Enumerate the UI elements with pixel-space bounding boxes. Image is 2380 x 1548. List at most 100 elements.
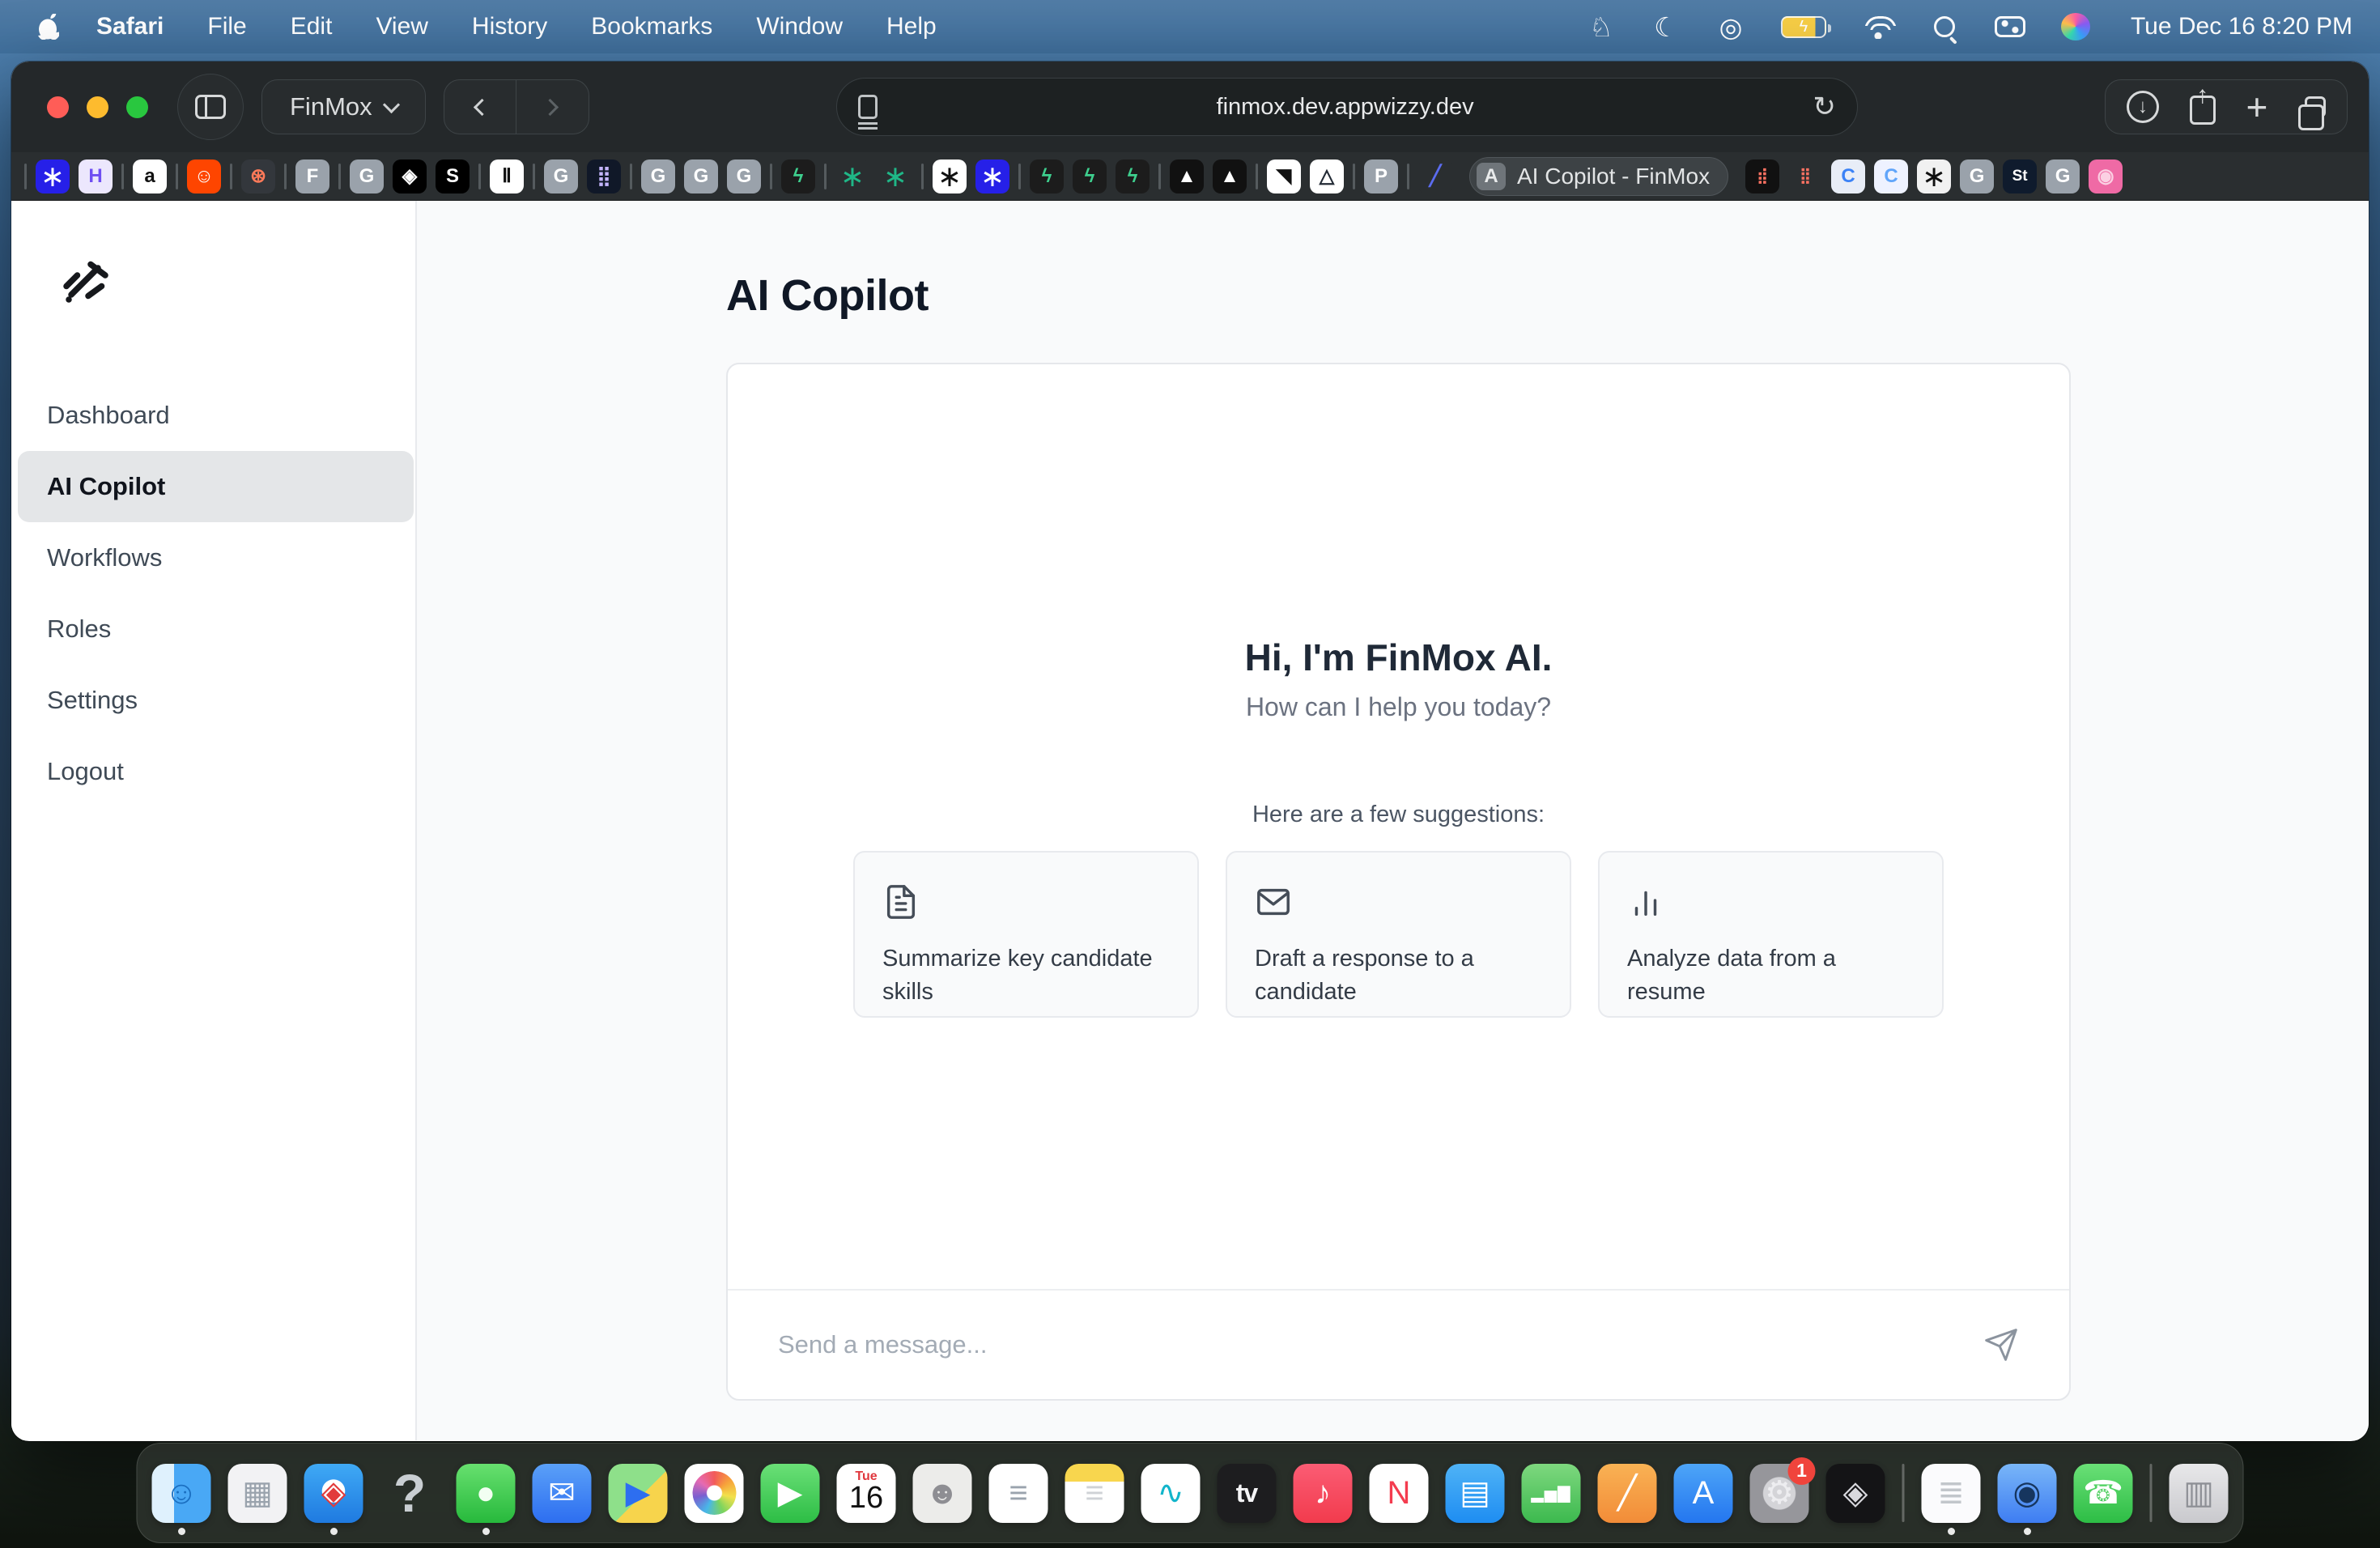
favorite-site-icon[interactable] [1256, 164, 1258, 189]
favorite-site-icon[interactable] [338, 164, 341, 189]
menu-bar-item[interactable]: History [450, 13, 569, 40]
reddit-favicon[interactable]: ☺ [187, 159, 221, 194]
favorite-site-icon[interactable] [230, 164, 232, 189]
send-paper-plane-icon[interactable] [1983, 1327, 2019, 1363]
battery-icon[interactable]: ϟ [1781, 16, 1826, 38]
photo-booth-dock-icon[interactable]: ◉ [1998, 1464, 2057, 1523]
openai-white-favicon[interactable]: ∗ [1917, 159, 1951, 194]
pen-favicon[interactable]: ╱ [1418, 159, 1452, 194]
sidebar-nav-item[interactable]: Logout [18, 736, 414, 807]
amazon-favicon[interactable]: a [133, 159, 167, 194]
forward-button[interactable] [516, 80, 589, 134]
numbers-dock-icon[interactable]: ▂▅▇ [1522, 1464, 1581, 1523]
favorite-site-icon[interactable] [121, 164, 124, 189]
apple-logo[interactable] [28, 14, 70, 40]
chatgpt-blue-favicon[interactable]: ∗ [36, 159, 70, 194]
pages-dock-icon[interactable]: ╱ [1598, 1464, 1657, 1523]
menu-bar-item[interactable]: Edit [269, 13, 355, 40]
menu-bar-item[interactable]: File [185, 13, 268, 40]
stripe-docs-favicon[interactable]: St [2003, 159, 2037, 194]
mail-dock-icon[interactable]: ✉ [533, 1464, 592, 1523]
photos-dock-icon[interactable] [685, 1464, 744, 1523]
menu-bar-item[interactable]: Safari [74, 13, 185, 40]
suggestion-card-analyze[interactable]: Analyze data from a resume [1598, 851, 1944, 1018]
favorite-site-icon[interactable] [824, 164, 827, 189]
share-icon[interactable] [2190, 96, 2216, 125]
g-favicon[interactable]: G [350, 159, 384, 194]
menu-extra-app-icon[interactable]: ♘ [1587, 9, 1616, 45]
pause-favicon[interactable]: Ⅱ [490, 159, 524, 194]
figma-color-favicon[interactable]: ⣿ [1788, 159, 1822, 194]
favorite-site-icon[interactable] [1353, 164, 1355, 189]
wifi-icon[interactable] [1862, 15, 1894, 39]
zoom-window-button[interactable] [126, 96, 148, 118]
p-favicon[interactable]: P [1364, 159, 1398, 194]
dribbble-favicon[interactable]: ◉ [2089, 159, 2123, 194]
menu-bar-item[interactable]: Window [734, 13, 865, 40]
hostinger-favicon[interactable]: H [79, 159, 113, 194]
sidebar-nav-item[interactable]: Settings [18, 665, 414, 736]
tab-overview-icon[interactable] [2305, 96, 2326, 117]
trash-dock-icon[interactable]: ▥ [2170, 1464, 2229, 1523]
favorite-site-icon[interactable] [284, 164, 287, 189]
s-favicon[interactable]: S [436, 159, 470, 194]
address-bar[interactable]: finmox.dev.appwizzy.dev ↻ [836, 78, 1858, 136]
menu-bar-clock[interactable]: Tue Dec 16 8:20 PM [2131, 13, 2352, 40]
sidebar-nav-item[interactable]: Roles [18, 593, 414, 665]
suggestion-card-draft[interactable]: Draft a response to a candidate [1226, 851, 1571, 1018]
control-center-icon[interactable] [1995, 16, 2025, 37]
url-text[interactable]: finmox.dev.appwizzy.dev [878, 94, 1813, 121]
supabase-favicon[interactable]: ϟ [1116, 159, 1150, 194]
vercel-favicon[interactable]: ▲ [1170, 159, 1204, 194]
sidebar-nav-item[interactable]: AI Copilot [18, 451, 414, 522]
airplay-icon[interactable]: ◎ [1716, 9, 1745, 45]
messages-dock-icon[interactable]: ● [457, 1464, 516, 1523]
vercel-favicon[interactable]: ▲ [1213, 159, 1247, 194]
favorite-site-icon[interactable] [176, 164, 178, 189]
launchpad-dock-icon[interactable]: ▦ [228, 1464, 287, 1523]
hubspot-favicon[interactable]: ⊛ [241, 159, 275, 194]
keynote-dock-icon[interactable]: ▤ [1446, 1464, 1505, 1523]
safari-dock-icon[interactable]: ◈ [304, 1464, 363, 1523]
textedit-dock-icon[interactable]: ≣ [1922, 1464, 1981, 1523]
favorite-site-icon[interactable] [630, 164, 632, 189]
chatgpt-blue-favicon[interactable]: ∗ [975, 159, 1009, 194]
g-favicon[interactable]: G [684, 159, 718, 194]
supabase-favicon[interactable]: ϟ [781, 159, 815, 194]
news-dock-icon[interactable]: N [1370, 1464, 1429, 1523]
help-placeholder-dock-icon[interactable]: ? [380, 1464, 440, 1523]
finder-dock-icon[interactable]: ☺ [152, 1464, 211, 1523]
favorite-site-icon[interactable] [1407, 164, 1409, 189]
message-input[interactable] [778, 1330, 1983, 1359]
openai-green-favicon[interactable]: ∗ [835, 159, 869, 194]
menu-bar-item[interactable]: Help [865, 13, 958, 40]
favorite-site-icon[interactable] [478, 164, 481, 189]
apple-tv-dock-icon[interactable]: tv [1218, 1464, 1277, 1523]
g-favicon[interactable]: G [2046, 159, 2080, 194]
favorite-site-icon[interactable] [770, 164, 772, 189]
spotlight-search-icon[interactable] [1930, 9, 1959, 45]
supabase-favicon[interactable]: ϟ [1030, 159, 1064, 194]
reminders-dock-icon[interactable]: ≡ [989, 1464, 1048, 1523]
music-dock-icon[interactable]: ♪ [1294, 1464, 1353, 1523]
reader-view-icon[interactable] [858, 95, 878, 119]
phone-dock-icon[interactable]: ☎ [2074, 1464, 2133, 1523]
favorite-site-icon[interactable] [921, 164, 924, 189]
supabase-favicon[interactable]: ϟ [1073, 159, 1107, 194]
site-menu-button[interactable]: FinMox [261, 79, 426, 134]
sidebar-nav-item[interactable]: Workflows [18, 522, 414, 593]
favorite-site-icon[interactable] [24, 164, 27, 189]
suggestion-card-summarize[interactable]: Summarize key candidate skills [853, 851, 1199, 1018]
facetime-dock-icon[interactable]: ▶ [761, 1464, 820, 1523]
dark-cube-app-dock-icon[interactable]: ◈ [1826, 1464, 1885, 1523]
minimize-window-button[interactable] [87, 96, 108, 118]
fin-favicon[interactable]: ◥ [1267, 159, 1301, 194]
focus-moon-icon[interactable]: ☾ [1651, 9, 1681, 45]
grid-pattern-favicon[interactable]: ⣿ [587, 159, 621, 194]
c-blue-favicon[interactable]: C [1874, 159, 1908, 194]
freeform-dock-icon[interactable]: ∿ [1141, 1464, 1201, 1523]
g-favicon[interactable]: G [641, 159, 675, 194]
c-blue-favicon[interactable]: C [1831, 159, 1865, 194]
new-tab-icon[interactable]: + [2246, 88, 2267, 125]
figma-dark-favicon[interactable]: ⣾ [1745, 159, 1779, 194]
